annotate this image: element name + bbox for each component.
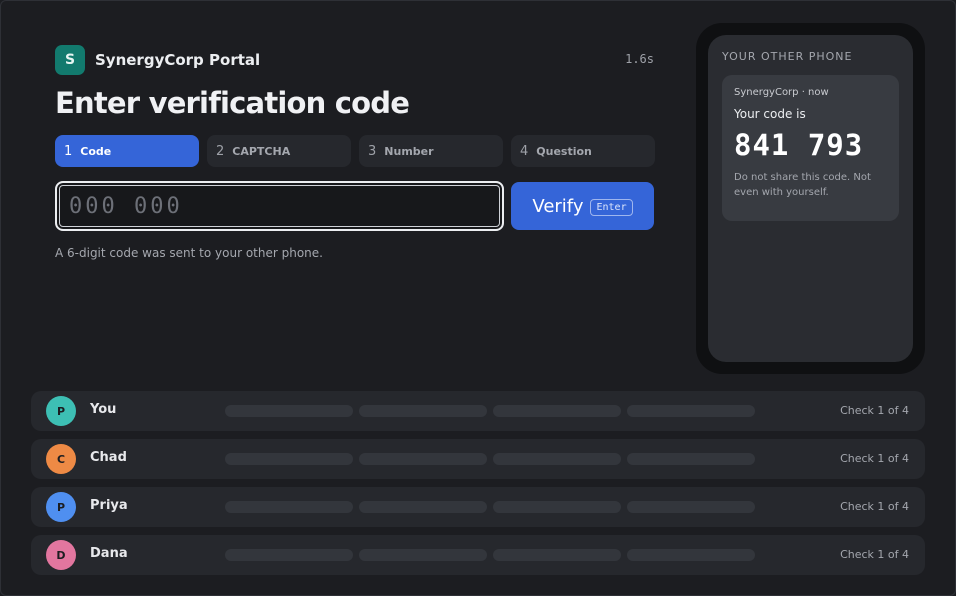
avatar: P (46, 492, 76, 522)
notification-source: SynergyCorp · now (734, 87, 829, 98)
avatar: C (46, 444, 76, 474)
phone-screen: YOUR OTHER PHONE SynergyCorp · now Your … (708, 35, 913, 362)
progress-segment (225, 453, 353, 465)
progress-segment (359, 549, 487, 561)
verify-button[interactable]: Verify Enter (511, 182, 654, 230)
phone-mockup: YOUR OTHER PHONE SynergyCorp · now Your … (696, 23, 925, 374)
notification-note: Do not share this code. Not even with yo… (734, 172, 871, 198)
code-sent-hint: A 6-digit code was sent to your other ph… (55, 246, 323, 260)
step-number: 4 (520, 143, 529, 159)
participant-status: Check 1 of 4 (840, 548, 909, 561)
step-label: Number (384, 144, 434, 158)
participant-row: C Chad Check 1 of 4 (31, 439, 925, 479)
participant-name: Dana (90, 546, 128, 561)
step-number: 1 (64, 143, 73, 159)
participant-name: You (90, 402, 117, 417)
tab-code[interactable]: 1 Code (55, 135, 199, 167)
progress-segment (359, 405, 487, 417)
progress-segment (225, 501, 353, 513)
participant-name: Chad (90, 450, 127, 465)
progress-segment (493, 405, 621, 417)
participant-name: Priya (90, 498, 128, 513)
avatar: D (46, 540, 76, 570)
enter-key-hint: Enter (590, 198, 633, 216)
progress-segment (493, 501, 621, 513)
app-logo-icon: S (55, 45, 85, 75)
progress-segment (225, 405, 353, 417)
avatar: P (46, 396, 76, 426)
notification-heading: Your code is (734, 107, 806, 121)
page-title: Enter verification code (55, 86, 410, 120)
participant-row: P Priya Check 1 of 4 (31, 487, 925, 527)
progress-segment (359, 453, 487, 465)
progress-segment (359, 501, 487, 513)
sms-notification: SynergyCorp · now Your code is 841 793 D… (722, 75, 899, 221)
progress-segment (627, 549, 755, 561)
progress-segment (627, 405, 755, 417)
participant-list: P You Check 1 of 4 C Chad Check 1 of 4 P… (31, 391, 925, 583)
progress-placeholders (225, 405, 755, 417)
progress-segment (225, 549, 353, 561)
tab-question[interactable]: 4 Question (511, 135, 655, 167)
verify-button-label: Verify (532, 195, 584, 217)
progress-segment (627, 501, 755, 513)
participant-status: Check 1 of 4 (840, 452, 909, 465)
step-number: 2 (216, 143, 225, 159)
participant-status: Check 1 of 4 (840, 500, 909, 513)
timer: 1.6s (625, 52, 654, 66)
progress-placeholders (225, 501, 755, 513)
phone-label: YOUR OTHER PHONE (722, 50, 853, 63)
step-tabs: 1 Code 2 CAPTCHA 3 Number 4 Question (55, 135, 655, 167)
progress-placeholders (225, 453, 755, 465)
app-name: SynergyCorp Portal (95, 51, 261, 69)
progress-segment (627, 453, 755, 465)
step-label: Question (536, 144, 592, 158)
notification-code: 841 793 (734, 128, 864, 162)
progress-segment (493, 453, 621, 465)
step-label: CAPTCHA (232, 144, 291, 158)
progress-placeholders (225, 549, 755, 561)
step-number: 3 (368, 143, 377, 159)
tab-number[interactable]: 3 Number (359, 135, 503, 167)
step-label: Code (80, 144, 112, 158)
participant-row: D Dana Check 1 of 4 (31, 535, 925, 575)
brand: S SynergyCorp Portal (55, 45, 260, 75)
participant-row: P You Check 1 of 4 (31, 391, 925, 431)
tab-captcha[interactable]: 2 CAPTCHA (207, 135, 351, 167)
progress-segment (493, 549, 621, 561)
participant-status: Check 1 of 4 (840, 404, 909, 417)
verification-code-input[interactable] (55, 181, 504, 231)
